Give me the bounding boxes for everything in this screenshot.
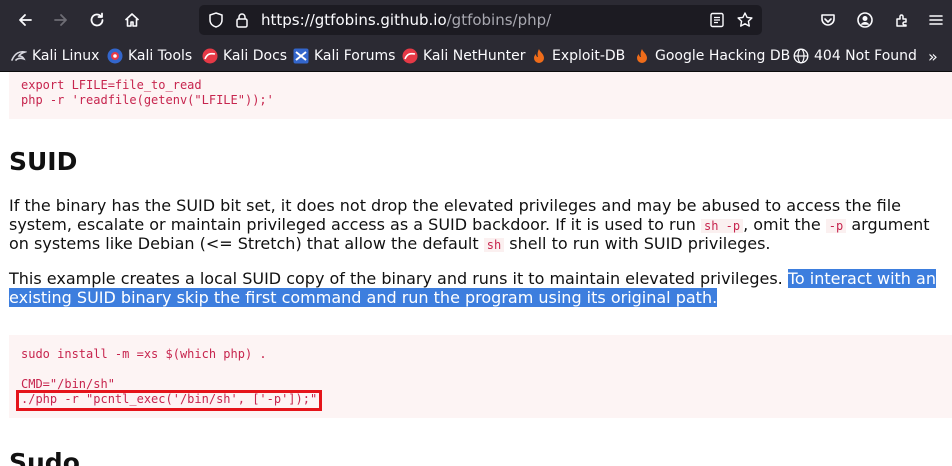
bookmark-kali-docs[interactable]: Kali Docs: [202, 46, 287, 66]
reload-icon[interactable]: [83, 6, 111, 34]
selected-text: To interact with an: [787, 269, 936, 288]
code-line: sudo install -m =xs $(which php) .: [21, 347, 267, 361]
paragraph-line: If the binary has the SUID bit set, it d…: [9, 196, 901, 215]
extensions-icon[interactable]: [887, 6, 915, 34]
bookmark-label: Google Hacking DB: [655, 48, 791, 64]
section-heading-sudo: Sudo: [9, 448, 80, 466]
forward-icon[interactable]: [47, 6, 75, 34]
browser-toolbar: https://gtfobins.github.io/gtfobins/php/: [0, 0, 952, 40]
section-heading-suid: SUID: [9, 147, 78, 176]
lock-icon[interactable]: [233, 11, 251, 29]
selected-text: existing SUID binary skip the first comm…: [9, 288, 718, 307]
bookmark-label: 404 Not Found: [814, 48, 917, 64]
page-content: export LFILE=file_to_read php -r 'readfi…: [0, 72, 952, 466]
bookmark-kali-linux[interactable]: Kali Linux: [11, 46, 99, 66]
bookmark-label: Kali Docs: [223, 48, 288, 64]
shield-icon[interactable]: [207, 11, 225, 29]
kali-dragon-icon: [11, 50, 27, 61]
inline-code: sh -p: [700, 219, 744, 233]
account-icon[interactable]: [851, 6, 879, 34]
text: system, escalate or maintain privileged …: [9, 215, 701, 234]
url-path: /gtfobins/php/: [446, 11, 552, 29]
text: , omit the: [743, 215, 826, 234]
ghdb-icon: [637, 49, 647, 63]
bookmark-404-not-found[interactable]: 404 Not Found: [793, 46, 917, 66]
code-block-file-read: export LFILE=file_to_read php -r 'readfi…: [9, 72, 952, 119]
back-icon[interactable]: [11, 6, 39, 34]
bookmark-kali-forums[interactable]: Kali Forums: [293, 46, 395, 66]
text: argument: [846, 215, 930, 234]
paragraph-line: existing SUID binary skip the first comm…: [9, 288, 718, 307]
text: shell to run with SUID privileges.: [504, 234, 771, 253]
bookmark-kali-nethunter[interactable]: Kali NetHunter: [402, 46, 525, 66]
paragraph-line: This example creates a local SUID copy o…: [9, 269, 936, 288]
url-bar[interactable]: https://gtfobins.github.io/gtfobins/php/: [199, 5, 762, 35]
paragraph-line: on systems like Debian (<= Stretch) that…: [9, 234, 771, 255]
text: This example creates a local SUID copy o…: [9, 269, 788, 288]
exploit-db-icon: [534, 49, 544, 63]
reader-icon[interactable]: [708, 11, 726, 29]
globe-icon: [793, 48, 809, 64]
url-origin: https://gtfobins.github.io: [261, 11, 447, 29]
home-icon[interactable]: [118, 6, 146, 34]
pocket-icon[interactable]: [814, 6, 842, 34]
kali-nethunter-icon: [402, 48, 418, 64]
bookmarks-overflow-chevron-icon[interactable]: »: [928, 47, 938, 66]
bookmark-kali-tools[interactable]: Kali Tools: [107, 46, 192, 66]
kali-docs-icon: [202, 48, 218, 64]
bookmark-label: Kali Forums: [314, 48, 396, 64]
text: If the binary has the SUID bit set, it d…: [9, 196, 901, 215]
kali-tools-icon: [107, 48, 123, 64]
code-line: php -r 'readfile(getenv("LFILE"));': [21, 93, 274, 107]
inline-code: sh: [483, 238, 505, 252]
bookmark-google-hacking-db[interactable]: Google Hacking DB: [634, 46, 790, 66]
paragraph-line: system, escalate or maintain privileged …: [9, 215, 930, 236]
annotation-highlight-box: [16, 390, 322, 411]
bookmark-label: Kali Tools: [128, 48, 193, 64]
bookmark-label: Kali NetHunter: [423, 48, 526, 64]
menu-icon[interactable]: [922, 6, 950, 34]
kali-forums-icon: [293, 48, 309, 64]
bookmark-label: Exploit-DB: [552, 48, 626, 64]
text: on systems like Debian (<= Stretch) that…: [9, 234, 484, 253]
code-line: export LFILE=file_to_read: [21, 78, 202, 92]
inline-code: -p: [825, 219, 847, 233]
bookmark-exploit-db[interactable]: Exploit-DB: [531, 46, 625, 66]
star-icon[interactable]: [736, 11, 754, 29]
bookmarks-bar: Kali Linux Kali Tools Kali Docs Kali For…: [0, 40, 952, 72]
bookmark-label: Kali Linux: [32, 48, 100, 64]
url-text[interactable]: https://gtfobins.github.io/gtfobins/php/: [261, 11, 551, 29]
